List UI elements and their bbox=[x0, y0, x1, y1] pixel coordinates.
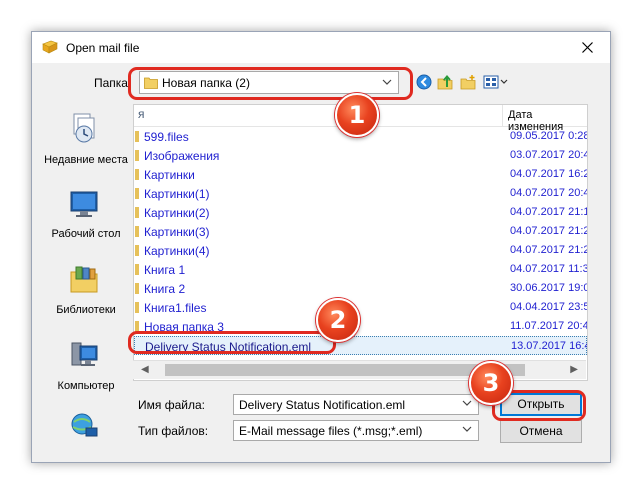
title-bar: Open mail file bbox=[32, 32, 610, 63]
view-menu-icon[interactable] bbox=[483, 74, 509, 90]
annotation-badge-3: 3 bbox=[469, 361, 513, 405]
folder-icon bbox=[135, 245, 139, 256]
folder-icon bbox=[135, 150, 139, 161]
file-name: Картинки bbox=[144, 168, 195, 182]
scroll-right-icon[interactable]: ▶ bbox=[570, 364, 578, 375]
computer-icon bbox=[71, 342, 98, 366]
annotation-badge-1: 1 bbox=[335, 93, 379, 137]
filename-input[interactable]: Delivery Status Notification.eml bbox=[233, 394, 479, 415]
folder-icon bbox=[135, 264, 139, 275]
file-name: Картинки(4) bbox=[144, 244, 210, 258]
file-date: 04.07.2017 16:2 bbox=[510, 168, 588, 180]
place-computer[interactable]: Компьютер bbox=[40, 336, 132, 402]
place-label: Компьютер bbox=[57, 380, 115, 392]
scroll-left-icon[interactable]: ◀ bbox=[141, 364, 149, 375]
place-libraries[interactable]: Библиотеки bbox=[40, 260, 132, 326]
place-network[interactable] bbox=[40, 410, 132, 446]
file-name: Изображения bbox=[144, 149, 220, 163]
folder-icon bbox=[135, 188, 139, 199]
mail-app-icon bbox=[42, 40, 58, 54]
annotation-highlight-folder bbox=[128, 67, 413, 100]
chevron-down-icon[interactable] bbox=[462, 399, 472, 407]
file-row[interactable]: Картинки 04.07.2017 16:2 bbox=[134, 165, 587, 184]
folder-icon bbox=[135, 226, 139, 237]
file-name: Картинки(3) bbox=[144, 225, 210, 239]
place-label: Недавние места bbox=[44, 154, 128, 166]
place-label: Рабочий стол bbox=[51, 228, 121, 240]
close-icon bbox=[582, 42, 593, 53]
file-row[interactable]: Картинки(3) 04.07.2017 21:2 bbox=[134, 222, 587, 241]
file-name: Книга 2 bbox=[144, 282, 186, 296]
filetype-select[interactable]: E-Mail message files (*.msg;*.eml) bbox=[233, 420, 479, 441]
file-date: 04.04.2017 23:5 bbox=[510, 301, 588, 313]
file-row[interactable]: Книга 2 30.06.2017 19:0 bbox=[134, 279, 587, 298]
cancel-button[interactable]: Отмена bbox=[500, 420, 582, 443]
chevron-down-icon[interactable] bbox=[462, 425, 472, 433]
file-date: 04.07.2017 20:4 bbox=[510, 187, 588, 199]
file-name: Картинки(1) bbox=[144, 187, 210, 201]
file-date: 04.07.2017 21:2 bbox=[510, 225, 588, 237]
file-row[interactable]: Книга 1 04.07.2017 11:3 bbox=[134, 260, 587, 279]
place-label: Библиотеки bbox=[56, 304, 116, 316]
file-date: 04.07.2017 21:2 bbox=[510, 244, 588, 256]
file-date: 09.05.2017 0:28 bbox=[510, 130, 588, 142]
file-row[interactable]: Изображения 03.07.2017 20:4 bbox=[134, 146, 587, 165]
file-row[interactable]: Картинки(4) 04.07.2017 21:2 bbox=[134, 241, 587, 260]
filename-label: Имя файла: bbox=[138, 398, 205, 412]
window-title: Open mail file bbox=[66, 41, 140, 55]
folder-icon bbox=[135, 207, 139, 218]
places-bar: Недавние места Рабочий стол Библиотеки К… bbox=[40, 104, 132, 444]
folder-icon bbox=[135, 131, 139, 142]
new-folder-icon[interactable] bbox=[460, 74, 476, 90]
filename-value: Delivery Status Notification.eml bbox=[239, 398, 406, 412]
filetype-value: E-Mail message files (*.msg;*.eml) bbox=[239, 424, 423, 438]
back-icon[interactable] bbox=[416, 74, 432, 90]
file-date: 04.07.2017 21:1 bbox=[510, 206, 588, 218]
folder-label: Папка: bbox=[94, 76, 132, 90]
file-name: Книга 1 bbox=[144, 263, 186, 277]
column-name-header[interactable]: я bbox=[138, 107, 145, 121]
folder-icon bbox=[135, 169, 139, 180]
place-recent[interactable]: Недавние места bbox=[40, 106, 132, 172]
file-row[interactable]: Картинки(2) 04.07.2017 21:1 bbox=[134, 203, 587, 222]
network-icon bbox=[71, 413, 98, 437]
filetype-label: Тип файлов: bbox=[138, 424, 209, 438]
file-name: 599.files bbox=[144, 130, 189, 144]
up-folder-icon[interactable] bbox=[437, 74, 453, 90]
file-date: 11.07.2017 20:4 bbox=[510, 320, 588, 332]
close-button[interactable] bbox=[565, 32, 610, 63]
horizontal-scrollbar[interactable]: ◀ ▶ bbox=[133, 360, 586, 379]
file-row[interactable]: Книга1.files 04.04.2017 23:5 bbox=[134, 298, 587, 317]
desktop-icon bbox=[70, 191, 98, 217]
annotation-badge-2: 2 bbox=[316, 298, 360, 342]
folder-icon bbox=[135, 302, 139, 313]
file-row[interactable]: Картинки(1) 04.07.2017 20:4 bbox=[134, 184, 587, 203]
file-name: Картинки(2) bbox=[144, 206, 210, 220]
recent-places-icon bbox=[73, 113, 95, 143]
place-desktop[interactable]: Рабочий стол bbox=[40, 184, 132, 250]
file-date: 03.07.2017 20:4 bbox=[510, 149, 588, 161]
libraries-icon bbox=[70, 266, 98, 293]
file-date: 13.07.2017 16:4 bbox=[511, 340, 588, 352]
file-date: 04.07.2017 11:3 bbox=[510, 263, 588, 275]
folder-icon bbox=[135, 283, 139, 294]
file-date: 30.06.2017 19:0 bbox=[510, 282, 588, 294]
file-name: Книга1.files bbox=[144, 301, 207, 315]
annotation-highlight-file bbox=[128, 331, 336, 354]
